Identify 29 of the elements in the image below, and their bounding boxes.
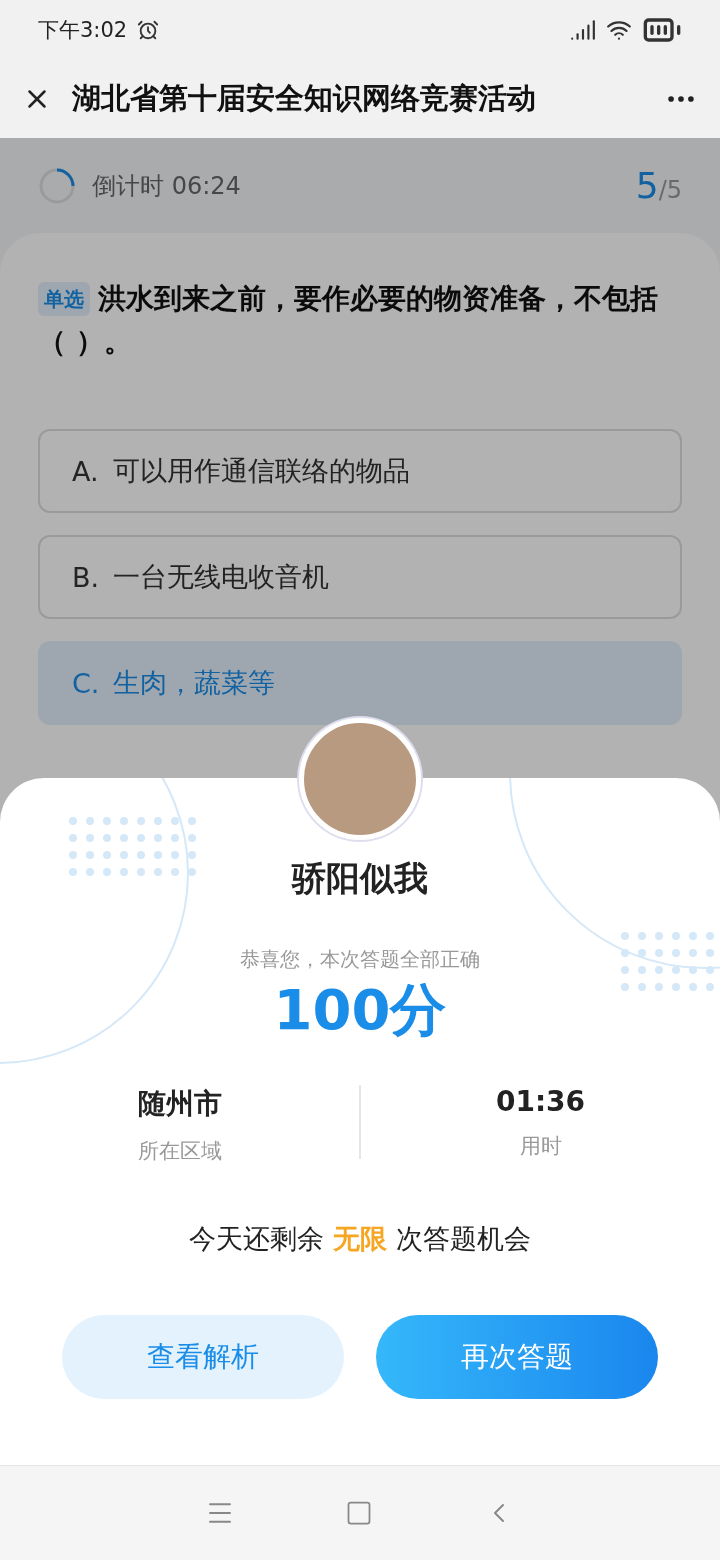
result-message: 恭喜您，本次答题全部正确 (240, 946, 480, 973)
answer-option[interactable]: B. 一台无线电收音机 (38, 535, 682, 619)
stat-label: 用时 (519, 1133, 562, 1160)
alarm-icon (137, 19, 160, 41)
status-time: 下午3:02 (38, 17, 128, 44)
user-name: 骄阳似我 (292, 857, 428, 900)
option-letter: B. (72, 561, 100, 593)
remaining-chances-text: 今天还剩余 无限 次答题机会 (189, 1222, 531, 1256)
stat-value: 01:36 (495, 1085, 586, 1118)
question-text: 单选 洪水到来之前，要作必要的物资准备，不包括（ ）。 (38, 281, 659, 360)
review-button[interactable]: 查看解析 (62, 1315, 344, 1399)
home-square-icon[interactable] (345, 1499, 373, 1527)
stat-value: 随州市 (137, 1086, 222, 1122)
page-title: 湖北省第十届安全知识网络竞赛活动 (72, 80, 537, 117)
option-text: 一台无线电收音机 (113, 560, 330, 594)
progress-current: 5 (635, 165, 659, 206)
stat-label: 所在区域 (137, 1138, 222, 1165)
timer-ring-icon (38, 166, 76, 205)
retry-button[interactable]: 再次答题 (376, 1315, 658, 1399)
option-letter: C. (72, 667, 100, 699)
score-text: 100分 (273, 976, 447, 1044)
countdown-text: 倒计时 06:24 (92, 170, 242, 202)
progress-total: /5 (658, 176, 682, 204)
answer-option[interactable]: A. 可以用作通信联络的物品 (38, 429, 682, 513)
answer-option[interactable]: C. 生肉，蔬菜等 (38, 641, 682, 725)
option-letter: A. (72, 455, 99, 487)
option-text: 可以用作通信联络的物品 (112, 454, 410, 488)
option-text: 生肉，蔬菜等 (113, 666, 276, 700)
signal-icon (570, 17, 596, 43)
